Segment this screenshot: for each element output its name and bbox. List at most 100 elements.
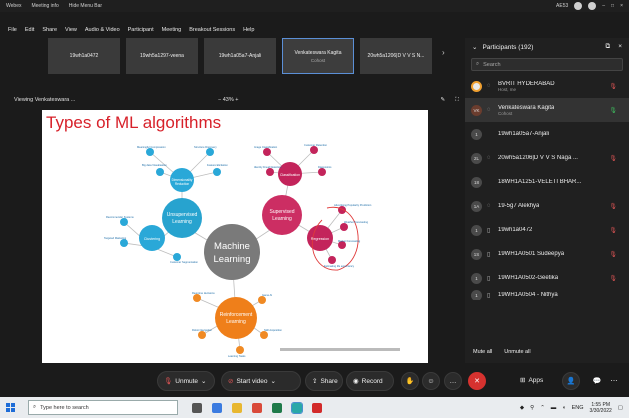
- phone-icon: ▯: [487, 251, 491, 258]
- unmute-button[interactable]: 🎙︎ Unmute ⌄: [157, 371, 215, 391]
- mic-muted-icon[interactable]: 🎙︎: [609, 227, 617, 234]
- participant-row[interactable]: 1 ▯ 19WH1A0502-Geetika 🎙︎: [465, 266, 629, 290]
- emoji-icon[interactable]: ☺: [422, 372, 440, 390]
- leave-meeting-button[interactable]: ✕: [468, 372, 486, 390]
- participant-name: 19WH1A0501 Sudeepya: [498, 251, 565, 257]
- reactions-icon[interactable]: ✋: [401, 372, 419, 390]
- svg-text:Market Forecasting: Market Forecasting: [338, 239, 361, 243]
- chevron-right-icon[interactable]: ›: [442, 48, 445, 57]
- participant-search[interactable]: ⌕ Search ⇅: [471, 58, 623, 71]
- windows-start-icon[interactable]: [6, 403, 20, 412]
- mic-muted-icon[interactable]: 🎙︎: [609, 155, 617, 162]
- menu-share[interactable]: Share: [42, 27, 57, 33]
- taskbar-search-input[interactable]: Type here to search: [40, 405, 89, 411]
- excel-icon[interactable]: [272, 402, 282, 413]
- hide-menu-bar-toggle[interactable]: Hide Menu Bar: [69, 3, 102, 9]
- video-thumbnail[interactable]: 19wh5a1297-veena: [126, 38, 198, 74]
- chat-icon[interactable]: 💬: [588, 372, 606, 390]
- avatar: 1: [471, 224, 482, 236]
- participant-row[interactable]: ◌ BVRIT HYDERABAD Host, me 🎙︎: [465, 74, 629, 98]
- participants-toggle-icon[interactable]: 👤: [562, 372, 580, 390]
- menu-help[interactable]: Help: [243, 27, 254, 33]
- network-icon[interactable]: ▬: [551, 405, 557, 411]
- svg-text:Recommender Systems: Recommender Systems: [106, 215, 134, 219]
- participant-row[interactable]: VK ◌ Venkateswara Kagita Cohost 🎙︎: [465, 98, 629, 122]
- mic-muted-icon[interactable]: 🎙︎: [609, 275, 617, 282]
- video-thumbnail[interactable]: 19wh1a0472: [48, 38, 120, 74]
- unmute-all-button[interactable]: Unmute all: [504, 349, 530, 355]
- viewing-label[interactable]: Viewing Venkateswara ...: [14, 97, 75, 103]
- taskbar-search[interactable]: ⌕ Type here to search: [28, 400, 178, 415]
- participant-role: Cohost: [498, 110, 513, 116]
- video-thumbnail-active[interactable]: Venkateswara Kagita Cohost: [282, 38, 354, 74]
- menu-audio-video[interactable]: Audio & Video: [85, 27, 120, 33]
- popout-icon[interactable]: ⧉: [606, 43, 611, 51]
- minimize-icon[interactable]: –: [602, 3, 605, 9]
- svg-text:Advertising Popularity Predict: Advertising Popularity Prediction: [334, 203, 372, 207]
- maximize-icon[interactable]: □: [611, 3, 614, 9]
- menu-view[interactable]: View: [65, 27, 77, 33]
- webex-icon[interactable]: [291, 401, 303, 414]
- menu-participant[interactable]: Participant: [128, 27, 154, 33]
- avatar: 2L: [471, 152, 482, 164]
- unsupervised-label-2: Learning: [172, 219, 192, 225]
- mic-muted-icon[interactable]: 🎙︎: [609, 83, 617, 90]
- participant-row[interactable]: 1A ◌ 19-5g7 Alekhya 🎙︎: [465, 194, 629, 218]
- record-button[interactable]: ◉ Record: [346, 371, 394, 391]
- menu-meeting[interactable]: Meeting: [162, 27, 182, 33]
- browser-icon[interactable]: [212, 402, 222, 413]
- start-video-button[interactable]: ⊘ Start video ⌄: [221, 371, 301, 391]
- mute-all-button[interactable]: Mute all: [473, 349, 492, 355]
- fullscreen-icon[interactable]: ⛶: [455, 97, 459, 104]
- thumbnail-name: 19wh1a0472: [69, 53, 99, 59]
- pdf-reader-icon[interactable]: [312, 402, 322, 413]
- apps-button[interactable]: ⊞ Apps: [520, 376, 543, 385]
- menu-file[interactable]: File: [8, 27, 17, 33]
- share-button[interactable]: ⇪ Share: [305, 371, 343, 391]
- participant-row[interactable]: 1 ▯ 19wh1a0472 🎙︎: [465, 218, 629, 242]
- more-options-icon[interactable]: …: [444, 372, 462, 390]
- mic-active-icon[interactable]: 🎙︎: [609, 107, 617, 114]
- chrome-icon[interactable]: [252, 402, 262, 413]
- lang-label[interactable]: ENG: [572, 405, 584, 411]
- participant-row[interactable]: 18 18WH1A1251-VELETI BHAR...: [465, 170, 629, 194]
- volume-icon[interactable]: ◖: [562, 405, 565, 411]
- mic-muted-icon[interactable]: 🎙︎: [609, 251, 617, 258]
- people-icon[interactable]: ⚲: [530, 405, 534, 411]
- zoom-control[interactable]: − 43% +: [218, 97, 239, 103]
- more-icon[interactable]: ⋯: [605, 372, 623, 390]
- participant-name: Venkateswara Kagita: [498, 104, 555, 111]
- audio-icon: ◌: [487, 83, 491, 89]
- participants-footer: Mute all Unmute all: [473, 349, 531, 355]
- video-thumbnail[interactable]: 20wh5a1206|D V V S N...: [360, 38, 432, 74]
- meeting-controls: 🎙︎ Unmute ⌄ ⊘ Start video ⌄ ⇪ Share ◉ Re…: [0, 368, 629, 396]
- menu-edit[interactable]: Edit: [25, 27, 34, 33]
- video-thumbnail[interactable]: 19wh1a05a7-Anjali: [204, 38, 276, 74]
- annotate-icon[interactable]: ✎: [441, 97, 446, 104]
- file-explorer-icon[interactable]: [232, 402, 242, 413]
- close-panel-icon[interactable]: ×: [618, 43, 622, 51]
- search-icon: ⌕: [33, 404, 37, 410]
- notifications-icon[interactable]: ▢: [618, 405, 623, 411]
- clock-time: 1:55 PM: [591, 401, 610, 408]
- participant-row[interactable]: 1 19wh1a05a7-Anjali: [465, 122, 629, 146]
- apps-icon: ⊞: [520, 377, 526, 384]
- clock[interactable]: 1:55 PM 3/30/2022: [590, 402, 612, 414]
- chevron-up-icon[interactable]: ⌃: [540, 405, 545, 411]
- task-view-icon[interactable]: [192, 402, 202, 413]
- title-status: AE53: [556, 3, 569, 9]
- avatar[interactable]: [574, 2, 583, 10]
- tray-app-icon[interactable]: ◆: [520, 405, 524, 411]
- search-input[interactable]: Search: [483, 62, 500, 68]
- chevron-down-icon[interactable]: ⌄: [472, 43, 477, 51]
- meeting-info-link[interactable]: Meeting info: [31, 3, 58, 9]
- participant-row[interactable]: 2L ◌ 20wh5a1206|D V V S Naga ... 🎙︎: [465, 146, 629, 170]
- settings-icon[interactable]: [588, 2, 597, 10]
- participant-row[interactable]: 1S ▯ 19WH1A0501 Sudeepya 🎙︎: [465, 242, 629, 266]
- menu-breakout[interactable]: Breakout Sessions: [189, 27, 235, 33]
- participant-row[interactable]: 1 ▯ 19WH1A0504 - Nithya: [465, 290, 629, 300]
- close-icon[interactable]: ×: [620, 3, 623, 9]
- mic-muted-icon[interactable]: 🎙︎: [609, 203, 617, 210]
- unmute-label: Unmute: [175, 377, 199, 385]
- clustering-label: Clustering: [144, 237, 160, 241]
